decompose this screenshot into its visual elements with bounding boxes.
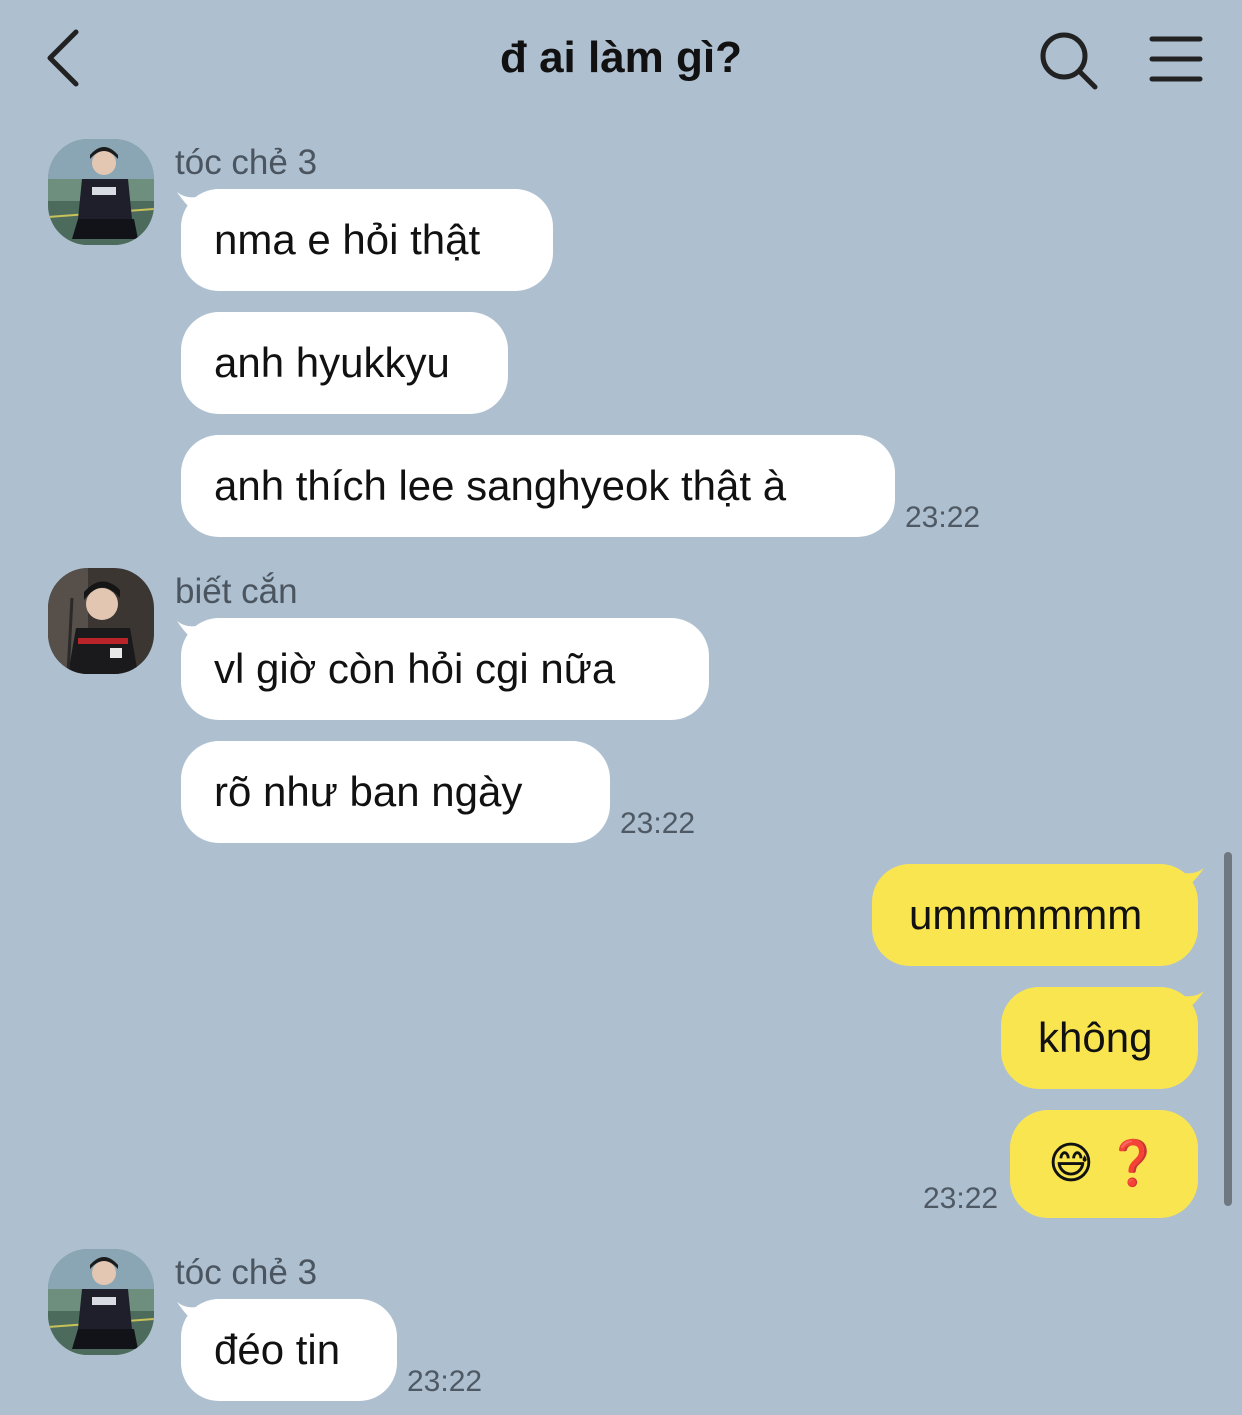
avatar-toc-che-3[interactable] xyxy=(48,1249,154,1355)
search-icon xyxy=(1040,32,1098,90)
sweat-smile-emoji: 😅 xyxy=(1048,1139,1094,1188)
chevron-left-icon xyxy=(47,29,79,87)
message-bubble[interactable]: anh hyukkyu xyxy=(181,312,508,414)
question-mark-emoji: ❓ xyxy=(1105,1139,1161,1188)
avatar-image xyxy=(48,139,154,245)
avatar-image xyxy=(48,568,154,674)
avatar-image xyxy=(48,1249,154,1355)
emoji-message-bubble[interactable]: 😅 ❓ xyxy=(1010,1110,1198,1218)
message-bubble[interactable]: vl giờ còn hỏi cgi nữa xyxy=(181,618,709,720)
search-button[interactable] xyxy=(1038,30,1100,92)
message-bubble[interactable]: ummmmmm xyxy=(872,864,1198,966)
chat-scrollbar[interactable] xyxy=(1224,852,1232,1206)
sender-name: tóc chẻ 3 xyxy=(175,143,318,182)
sender-name: biết cắn xyxy=(175,572,298,611)
menu-button[interactable] xyxy=(1148,34,1204,86)
sender-name: tóc chẻ 3 xyxy=(175,1253,318,1292)
message-timestamp: 23:22 xyxy=(905,501,981,534)
message-timestamp: 23:22 xyxy=(620,807,696,840)
message-bubble[interactable]: anh thích lee sanghyeok thật à xyxy=(181,435,895,537)
message-timestamp: 23:22 xyxy=(407,1365,483,1398)
message-bubble[interactable]: nma e hỏi thật xyxy=(181,189,553,291)
hamburger-menu-icon xyxy=(1149,36,1203,82)
message-bubble[interactable]: đéo tin xyxy=(181,1299,397,1401)
message-bubble[interactable]: rõ như ban ngày xyxy=(181,741,610,843)
avatar-toc-che-3[interactable] xyxy=(48,139,154,245)
chat-header: đ ai làm gì? xyxy=(0,0,1242,120)
message-timestamp: 23:22 xyxy=(923,1182,999,1215)
back-button[interactable] xyxy=(40,28,90,90)
avatar-biet-can[interactable] xyxy=(48,568,154,674)
message-bubble[interactable]: không xyxy=(1001,987,1198,1089)
